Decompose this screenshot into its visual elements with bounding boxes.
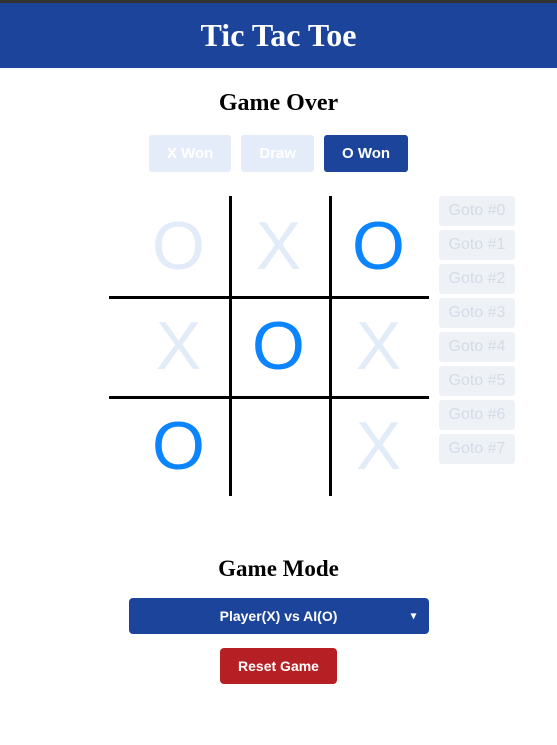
history-goto-3[interactable]: Goto #3 — [439, 298, 516, 328]
game-board: O X O X O X O X — [129, 196, 429, 496]
cell-2[interactable]: O — [329, 196, 429, 296]
game-mode-heading: Game Mode — [0, 556, 557, 582]
cell-0[interactable]: O — [129, 196, 229, 296]
game-status: Game Over — [0, 90, 557, 117]
result-o-won[interactable]: O Won — [324, 135, 408, 172]
history-goto-2[interactable]: Goto #2 — [439, 264, 516, 294]
cell-6[interactable]: O — [129, 396, 229, 496]
history-goto-7[interactable]: Goto #7 — [439, 434, 516, 464]
main-container: Game Over X Won Draw O Won O X O X O X O… — [0, 90, 557, 724]
history-panel: Goto #0 Goto #1 Goto #2 Goto #3 Goto #4 … — [439, 196, 516, 464]
cell-1[interactable]: X — [229, 196, 329, 296]
mode-select-row: Player(X) vs AI(O) — [0, 598, 557, 634]
mode-select-wrap: Player(X) vs AI(O) — [129, 598, 429, 634]
board-wrapper: O X O X O X O X — [129, 196, 429, 496]
app-header: Tic Tac Toe — [0, 0, 557, 68]
history-goto-5[interactable]: Goto #5 — [439, 366, 516, 396]
reset-row: Reset Game — [0, 648, 557, 684]
cell-4[interactable]: O — [229, 296, 329, 396]
game-area: O X O X O X O X Goto #0 Goto #1 Goto — [0, 196, 557, 496]
reset-button[interactable]: Reset Game — [220, 648, 337, 684]
history-goto-4[interactable]: Goto #4 — [439, 332, 516, 362]
cell-3[interactable]: X — [129, 296, 229, 396]
history-goto-0[interactable]: Goto #0 — [439, 196, 516, 226]
result-button-row: X Won Draw O Won — [0, 135, 557, 172]
mode-select[interactable]: Player(X) vs AI(O) — [129, 598, 429, 634]
history-goto-6[interactable]: Goto #6 — [439, 400, 516, 430]
cell-5[interactable]: X — [329, 296, 429, 396]
history-goto-1[interactable]: Goto #1 — [439, 230, 516, 260]
cell-8[interactable]: X — [329, 396, 429, 496]
app-title: Tic Tac Toe — [201, 17, 357, 53]
cell-7[interactable] — [229, 396, 329, 496]
result-x-won[interactable]: X Won — [149, 135, 231, 172]
result-draw[interactable]: Draw — [241, 135, 314, 172]
